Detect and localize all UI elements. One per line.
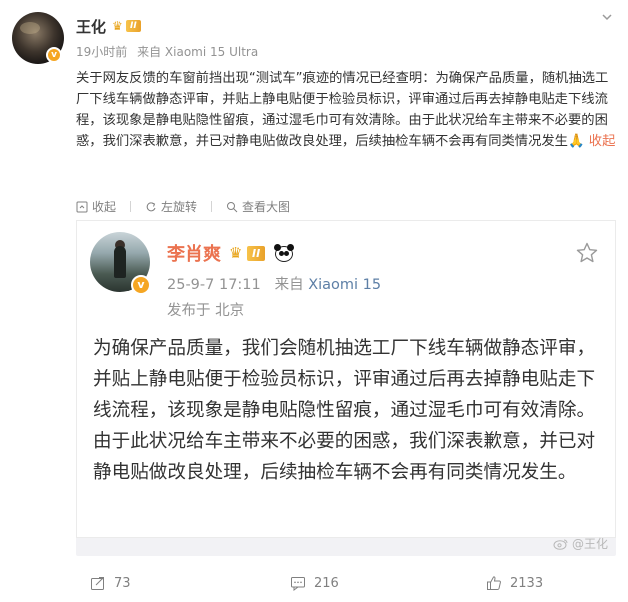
weibo-post: v 王化 ♛ II 19小时前 来自 Xiaomi 15 Ultra 关于网友反… [0,0,628,602]
collapse-label: 收起 [92,200,117,214]
thumbs-up-icon [487,576,501,590]
rotate-label: 左旋转 [161,200,198,214]
comment-button[interactable]: 216 [290,575,339,591]
post-meta: 19小时前 来自 Xiaomi 15 Ultra [76,43,264,60]
repost-author-row: 李肖爽 ♛ II [167,240,295,266]
divider [211,201,213,212]
repost-source-prefix: 来自 [274,277,304,293]
verified-badge-icon: v [131,275,151,295]
post-footer: 73 216 2133 [0,565,628,602]
image-actions: 收起 左旋转 查看大图 [76,198,304,215]
author-row: 王化 ♛ II [76,15,141,37]
like-count: 2133 [510,575,544,591]
repost-meta: 25-9-7 17:11 来自 Xiaomi 15 [167,273,381,294]
watermark: @王化 [553,535,608,552]
comment-icon [291,577,305,591]
repost-count: 73 [114,575,131,591]
post-source: 来自 Xiaomi 15 Ultra [137,45,259,59]
post-text: 关于网友反馈的车窗前挡出现“测试车”痕迹的情况已经查明：为确保产品质量，随机抽选… [76,68,616,152]
vip-badge: ♛ II [229,244,266,262]
collapse-link[interactable]: 收起 [589,134,616,149]
pray-emoji-icon: 🙏 [567,134,585,149]
crown-icon: ♛ [229,244,243,262]
collapse-icon [76,201,88,212]
rotate-icon [146,201,156,211]
repost-datetime: 25-9-7 17:11 [167,277,261,293]
repost-card: v 李肖爽 ♛ II 25-9-7 17:11 来自 Xiaomi 15 发布于… [76,220,616,538]
repost-text: 为确保产品质量，我们会随机抽选工厂下线车辆做静态评审，并贴上静电贴便于检验员标识… [93,338,596,483]
post-time[interactable]: 19小时前 [76,45,127,59]
repost-author-name: 李肖爽 [167,244,221,265]
weibo-icon [553,539,568,550]
verified-badge-icon: v [46,47,62,63]
comment-count: 216 [314,575,339,591]
repost-image[interactable]: v 李肖爽 ♛ II 25-9-7 17:11 来自 Xiaomi 15 发布于… [76,220,616,556]
vip-level-label: II [126,20,141,32]
repost-location: 发布于 北京 [167,303,245,319]
repost-button[interactable]: 73 [90,575,131,591]
star-icon [576,242,598,263]
view-large-action[interactable]: 查看大图 [226,198,290,215]
post-body: 关于网友反馈的车窗前挡出现“测试车”痕迹的情况已经查明：为确保产品质量，随机抽选… [76,71,609,149]
vip-level-label: II [247,245,266,261]
watermark-text: @王化 [571,537,608,551]
author-name[interactable]: 王化 [76,16,106,37]
repost-source-device: Xiaomi 15 [308,277,382,293]
divider [130,201,132,212]
collapse-action[interactable]: 收起 [76,198,116,215]
panda-icon [273,243,295,263]
chevron-down-icon[interactable] [600,10,614,24]
share-icon [91,577,104,590]
zoom-icon [227,201,238,212]
vip-badge[interactable]: ♛ II [112,19,141,33]
rotate-action[interactable]: 左旋转 [145,198,197,215]
like-button[interactable]: 2133 [486,575,543,591]
view-large-label: 查看大图 [242,200,291,214]
crown-icon: ♛ [112,19,123,33]
